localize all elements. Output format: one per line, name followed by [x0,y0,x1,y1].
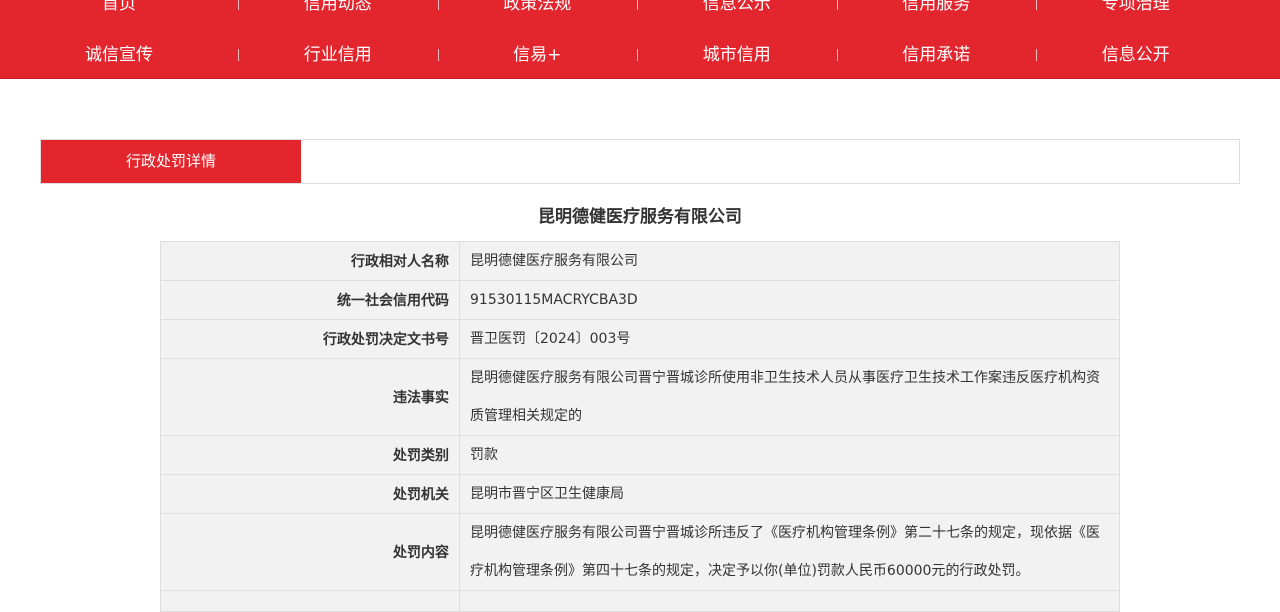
row-value: 昆明德健医疗服务有限公司晋宁晋城诊所使用非卫生技术人员从事医疗卫生技术工作案违反… [459,358,1120,436]
table-row: 处罚内容 昆明德健医疗服务有限公司晋宁晋城诊所违反了《医疗机构管理条例》第二十七… [160,513,1120,591]
tab-penalty-details[interactable]: 行政处罚详情 [41,140,301,183]
penalty-detail-table: 行政相对人名称 昆明德健医疗服务有限公司 统一社会信用代码 91530115MA… [160,241,1120,612]
nav-item-credit-commitment[interactable]: 信用承诺 [836,40,1037,70]
table-row: 行政相对人名称 昆明德健医疗服务有限公司 [160,241,1120,281]
nav-row-secondary: 诚信宣传 行业信用 信易+ 城市信用 信用承诺 信息公开 [0,40,1280,70]
tab-bar: 行政处罚详情 [40,139,1240,184]
row-label: 行政相对人名称 [160,241,460,281]
nav-item-info-disclosure[interactable]: 信息公开 [1036,40,1236,70]
row-label: 处罚内容 [160,513,460,591]
row-label: 处罚机关 [160,474,460,514]
nav-item-city-credit[interactable]: 城市信用 [637,40,837,70]
page-title: 昆明德健医疗服务有限公司 [538,207,742,227]
row-value: 91530115MACRYCBA3D [459,280,1120,320]
nav-row-primary: 首页 信用动态 政策法规 信息公示 信用服务 专项治理 [0,0,1280,19]
nav-item-public-info[interactable]: 信息公示 [637,0,837,19]
table-row: 处罚类别 罚款 [160,435,1120,475]
table-row: 统一社会信用代码 91530115MACRYCBA3D [160,280,1120,320]
nav-item-integrity-promotion[interactable]: 诚信宣传 [0,40,238,70]
row-value: 昆明市晋宁区卫生健康局 [459,474,1120,514]
row-label: 行政处罚决定文书号 [160,319,460,359]
row-value [459,590,1120,612]
row-label: 处罚类别 [160,435,460,475]
nav-item-credit-news[interactable]: 信用动态 [238,0,438,19]
row-label [160,590,460,612]
table-row: 违法事实 昆明德健医疗服务有限公司晋宁晋城诊所使用非卫生技术人员从事医疗卫生技术… [160,358,1120,436]
row-value: 昆明德健医疗服务有限公司 [459,241,1120,281]
nav-item-special-governance[interactable]: 专项治理 [1036,0,1236,19]
row-value: 昆明德健医疗服务有限公司晋宁晋城诊所违反了《医疗机构管理条例》第二十七条的规定，… [459,513,1120,591]
nav-item-xinyi-plus[interactable]: 信易+ [437,40,638,70]
nav-item-industry-credit[interactable]: 行业信用 [238,40,438,70]
nav-item-policies[interactable]: 政策法规 [437,0,638,19]
row-label: 统一社会信用代码 [160,280,460,320]
table-row: 行政处罚决定文书号 晋卫医罚〔2024〕003号 [160,319,1120,359]
table-row [160,590,1120,612]
table-row: 处罚机关 昆明市晋宁区卫生健康局 [160,474,1120,514]
nav-item-home[interactable]: 首页 [0,0,238,19]
top-navigation: 首页 信用动态 政策法规 信息公示 信用服务 专项治理 诚信宣传 行业信用 信易… [0,0,1280,79]
row-value: 晋卫医罚〔2024〕003号 [459,319,1120,359]
nav-item-credit-services[interactable]: 信用服务 [836,0,1037,19]
row-value: 罚款 [459,435,1120,475]
row-label: 违法事实 [160,358,460,436]
